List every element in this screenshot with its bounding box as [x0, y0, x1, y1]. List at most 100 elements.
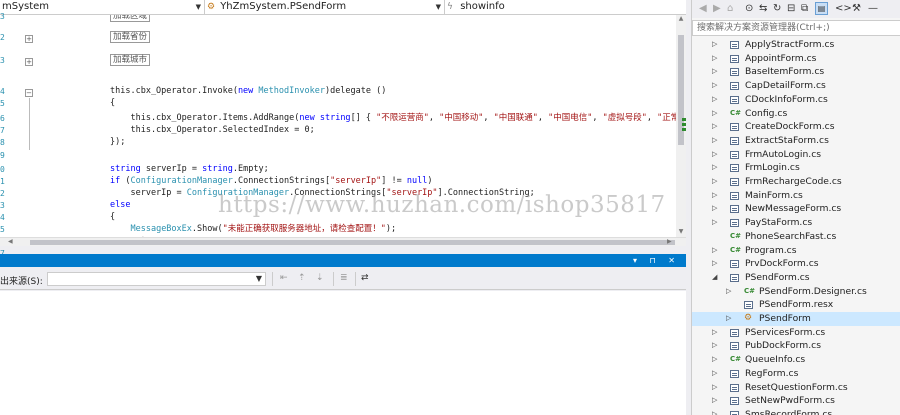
clear-all-icon[interactable]: ≣ [340, 273, 348, 283]
tree-item[interactable]: C# PhoneSearchFast.cs [692, 230, 900, 244]
collapsed-arrow-icon[interactable]: ▷ [712, 134, 717, 148]
show-all-files-icon[interactable]: ⧉ [801, 3, 808, 15]
watermark: https://www.huzhan.com/ishop35817 [218, 192, 666, 218]
member-dropdown[interactable]: ϟ showinfo [445, 0, 686, 14]
tree-item[interactable]: ▷ BaseItemForm.cs [692, 65, 900, 79]
tree-item[interactable]: ▷ SmsRecordForm.cs [692, 408, 900, 415]
collapsed-region-label[interactable]: 加载区域 [110, 15, 151, 22]
form-file-icon [730, 273, 739, 282]
pending-changes-icon[interactable]: ⊙ [745, 3, 753, 15]
tree-item[interactable]: ▷ RegForm.cs [692, 367, 900, 381]
next-message-icon[interactable]: ⇣ [316, 273, 324, 283]
class-dropdown[interactable]: ⚙ YhZmSystem.PSendForm ▼ [205, 0, 445, 14]
tree-item[interactable]: ▷ ⚙ PSendForm [692, 312, 900, 326]
collapsed-arrow-icon[interactable]: ▷ [712, 175, 717, 189]
collapsed-arrow-icon[interactable]: ▷ [712, 202, 717, 216]
collapsed-arrow-icon[interactable]: ▷ [712, 394, 717, 408]
tree-item[interactable]: ▷ CDockInfoForm.cs [692, 93, 900, 107]
view-code-icon[interactable]: <> [835, 3, 852, 15]
collapsed-arrow-icon[interactable]: ▷ [712, 65, 717, 79]
chevron-down-icon: ▼ [195, 3, 201, 11]
tree-item[interactable]: ▷ FrmLogin.cs [692, 161, 900, 175]
tree-item[interactable]: ▷ PrvDockForm.cs [692, 257, 900, 271]
panel-window-buttons[interactable]: ▾ ⊓ ✕ [633, 254, 680, 267]
scroll-right-icon[interactable]: ▶ [667, 238, 672, 245]
collapsed-arrow-icon[interactable]: ▷ [712, 216, 717, 230]
collapsed-arrow-icon[interactable]: ▷ [712, 339, 717, 353]
tree-item[interactable]: ▷ SetNewPwdForm.cs [692, 394, 900, 408]
refresh-icon[interactable]: ↻ [773, 3, 781, 15]
tree-item[interactable]: ▷ NewMessageForm.cs [692, 202, 900, 216]
scroll-down-icon[interactable]: ▼ [676, 228, 686, 237]
collapse-all-icon[interactable]: ⊟ [787, 3, 795, 15]
tree-item[interactable]: ▷ CreateDockForm.cs [692, 120, 900, 134]
collapsed-arrow-icon[interactable]: ▷ [712, 408, 717, 415]
collapsed-arrow-icon[interactable]: ▷ [712, 93, 717, 107]
collapsed-arrow-icon[interactable]: ▷ [726, 285, 731, 299]
solution-explorer-search-input[interactable]: 搜索解决方案资源管理器(Ctrl+;) [692, 20, 900, 36]
line-number: 5 [0, 225, 5, 234]
tree-item[interactable]: ▷ ApplyStractForm.cs [692, 38, 900, 52]
collapsed-region-label[interactable]: 加载城市 [110, 54, 151, 66]
collapse-region-icon[interactable]: − [25, 89, 33, 97]
collapsed-arrow-icon[interactable]: ▷ [712, 189, 717, 203]
collapsed-arrow-icon[interactable]: ▷ [712, 52, 717, 66]
collapsed-arrow-icon[interactable]: ▷ [712, 120, 717, 134]
back-icon[interactable]: ◀ [699, 3, 707, 15]
collapsed-arrow-icon[interactable]: ▷ [712, 326, 717, 340]
properties-icon[interactable]: ▤ [815, 2, 828, 15]
tree-item[interactable]: ▷ MainForm.cs [692, 189, 900, 203]
collapsed-arrow-icon[interactable]: ▷ [726, 312, 731, 326]
home-icon[interactable]: ⌂ [727, 3, 733, 15]
form-file-icon [730, 328, 739, 337]
output-text-area[interactable] [0, 291, 686, 415]
collapsed-arrow-icon[interactable]: ▷ [712, 161, 717, 175]
scroll-left-icon[interactable]: ◀ [8, 238, 13, 245]
tree-item[interactable]: ▷ AppointForm.cs [692, 52, 900, 66]
word-wrap-icon[interactable]: ⇄ [361, 273, 369, 283]
collapsed-arrow-icon[interactable]: ▷ [712, 381, 717, 395]
collapsed-region-label[interactable]: 加载省份 [110, 31, 151, 43]
tree-item[interactable]: ▷ FrmRechargeCode.cs [692, 175, 900, 189]
tree-item[interactable]: ▷ ExtractStaForm.cs [692, 134, 900, 148]
collapsed-arrow-icon[interactable]: ▷ [712, 367, 717, 381]
wrench-icon[interactable]: ⚒ [852, 3, 861, 15]
scroll-thumb[interactable] [30, 240, 675, 245]
collapsed-arrow-icon[interactable]: ▷ [712, 353, 717, 367]
tree-item[interactable]: ▷ CapDetailForm.cs [692, 79, 900, 93]
scroll-up-icon[interactable]: ▲ [676, 15, 686, 24]
horizontal-scrollbar[interactable]: ◀ ▶ [0, 237, 686, 246]
pin-icon[interactable]: — [868, 3, 878, 15]
output-source-select[interactable]: ▼ [47, 272, 266, 286]
collapsed-arrow-icon[interactable]: ▷ [712, 79, 717, 93]
tree-item[interactable]: ▷ FrmAutoLogin.cs [692, 148, 900, 162]
sync-icon[interactable]: ⇆ [759, 3, 767, 15]
tree-item[interactable]: ▷ PubDockForm.cs [692, 339, 900, 353]
collapsed-arrow-icon[interactable]: ▷ [712, 257, 717, 271]
collapsed-arrow-icon[interactable]: ▷ [712, 148, 717, 162]
forward-icon[interactable]: ▶ [713, 3, 721, 15]
vertical-scrollbar[interactable]: ▲ ▼ [676, 15, 686, 237]
form-file-icon [730, 136, 739, 145]
tree-item[interactable]: PSendForm.resx [692, 298, 900, 312]
tree-item[interactable]: ▷ ResetQuestionForm.cs [692, 381, 900, 395]
tree-item[interactable]: ▷ C# PSendForm.Designer.cs [692, 285, 900, 299]
toolbar-separator [333, 272, 334, 286]
tree-item[interactable]: ▷ C# QueueInfo.cs [692, 353, 900, 367]
tree-item[interactable]: ▷ PServicesForm.cs [692, 326, 900, 340]
tree-item[interactable]: ▷ C# Program.cs [692, 244, 900, 258]
tree-item[interactable]: ▷ PayStaForm.cs [692, 216, 900, 230]
collapsed-arrow-icon[interactable]: ▷ [712, 107, 717, 121]
code-token: , [428, 113, 440, 123]
line-number: 3 [0, 56, 5, 65]
find-message-icon[interactable]: ⇤ [280, 273, 288, 283]
collapsed-arrow-icon[interactable]: ▷ [712, 38, 717, 52]
tree-item[interactable]: ◢ PSendForm.cs [692, 271, 900, 285]
expanded-arrow-icon[interactable]: ◢ [712, 271, 717, 285]
expand-region-icon[interactable]: + [25, 35, 33, 43]
previous-message-icon[interactable]: ⇡ [298, 273, 306, 283]
project-dropdown[interactable]: mSystem ▼ [0, 0, 205, 14]
collapsed-arrow-icon[interactable]: ▷ [712, 244, 717, 258]
expand-region-icon[interactable]: + [25, 58, 33, 66]
tree-item[interactable]: ▷ C# Config.cs [692, 107, 900, 121]
